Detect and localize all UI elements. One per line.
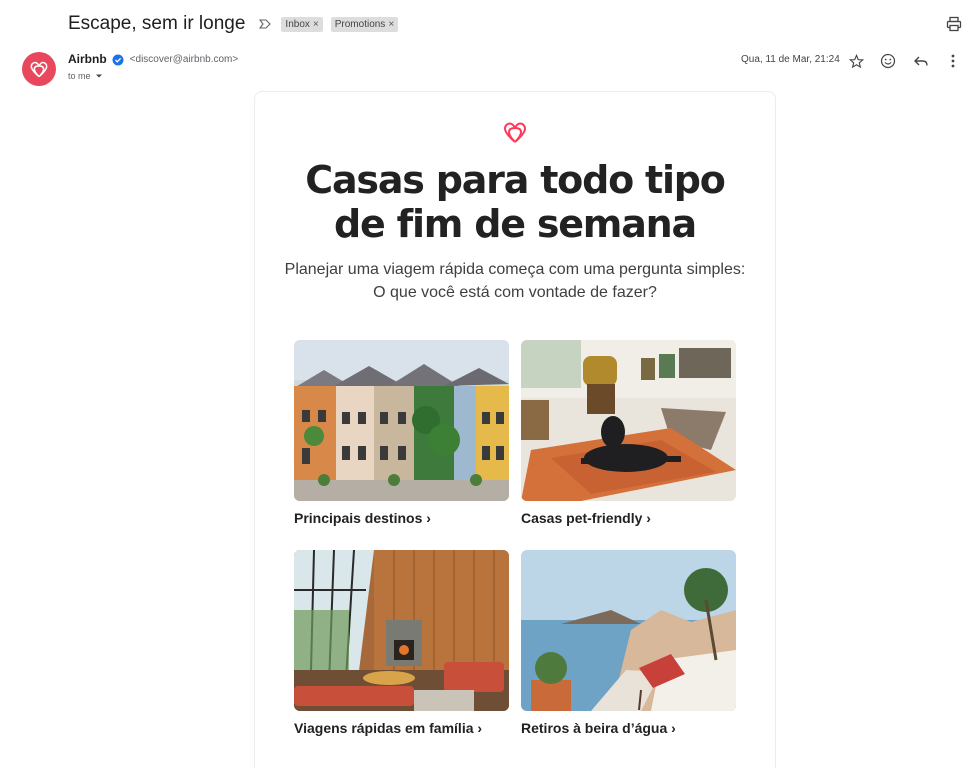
email-date: Qua, 11 de Mar, 21:24 (741, 54, 840, 65)
chevron-down-icon[interactable] (95, 71, 103, 81)
verified-badge-icon (112, 53, 124, 66)
sender-row: Airbnb <discover@airbnb.com> (68, 52, 238, 66)
recipient-details[interactable]: to me (68, 71, 103, 81)
tile-principais-destinos[interactable]: Principais destinos › (294, 340, 509, 526)
headline-line: de fim de semana (334, 202, 697, 246)
tile-retiros-agua[interactable]: Retiros à beira d’água › (521, 550, 736, 736)
label-important-icon[interactable] (259, 17, 273, 31)
airbnb-logo-icon[interactable] (502, 118, 528, 144)
label-chip-text: Inbox (285, 18, 310, 30)
tile-caption[interactable]: Casas pet-friendly › (521, 510, 736, 526)
intro-line: Planejar uma viagem rápida começa com um… (284, 261, 746, 278)
printer-icon[interactable] (944, 14, 964, 34)
sender-email: <discover@airbnb.com> (129, 53, 239, 65)
tile-casas-pet-friendly[interactable]: Casas pet-friendly › (521, 340, 736, 526)
more-vert-icon[interactable] (943, 51, 963, 71)
reply-icon[interactable] (911, 51, 931, 71)
tile-viagens-familia[interactable]: Viagens rápidas em família › (294, 550, 509, 736)
seaside-terrace-image[interactable] (521, 550, 736, 711)
label-chip-text: Promotions (334, 18, 386, 30)
living-room-image[interactable] (294, 550, 509, 711)
intro-line: O que você está com vontade de fazer? (373, 284, 657, 301)
sender-name[interactable]: Airbnb (68, 52, 107, 66)
subject-row: Escape, sem ir longe Inbox × Promotions … (68, 12, 399, 36)
dog-room-image[interactable] (521, 340, 736, 501)
avatar[interactable] (22, 52, 56, 86)
headline: Casas para todo tipo de fim de semana (255, 158, 775, 246)
email-body-card: Casas para todo tipo de fim de semana Pl… (254, 91, 776, 768)
tile-caption[interactable]: Retiros à beira d’água › (521, 720, 736, 736)
label-chip-inbox: Inbox × (281, 16, 323, 32)
recipient-label: to me (68, 71, 91, 81)
emoji-reaction-icon[interactable] (878, 51, 898, 71)
tile-caption[interactable]: Viagens rápidas em família › (294, 720, 509, 736)
headline-line: Casas para todo tipo (305, 158, 726, 202)
email-subject: Escape, sem ir longe (68, 13, 246, 34)
star-icon[interactable] (846, 51, 866, 71)
remove-label-icon[interactable]: × (388, 19, 394, 30)
tile-caption[interactable]: Principais destinos › (294, 510, 509, 526)
townhouses-image[interactable] (294, 340, 509, 501)
intro-text: Planejar uma viagem rápida começa com um… (255, 258, 775, 304)
label-chip-promotions: Promotions × (330, 16, 399, 32)
remove-label-icon[interactable]: × (313, 19, 319, 30)
